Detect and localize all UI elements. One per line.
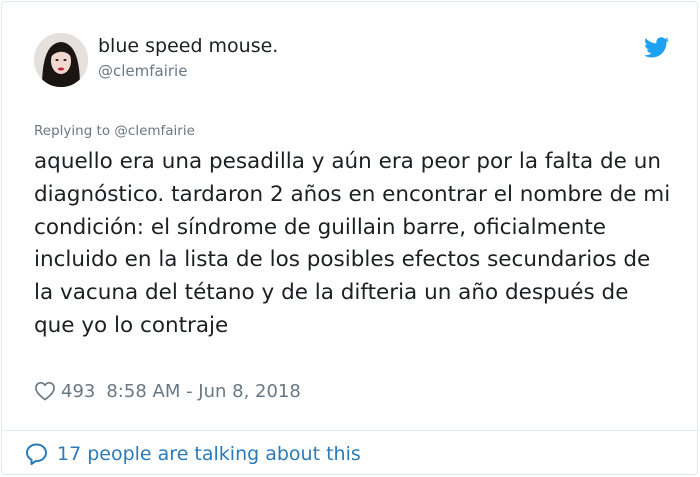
like-count[interactable]: 493 bbox=[61, 381, 95, 402]
author-display-name[interactable]: blue speed mouse. bbox=[98, 35, 278, 57]
conversation-link[interactable]: 17 people are talking about this bbox=[24, 440, 361, 468]
divider bbox=[3, 430, 698, 431]
conversation-label[interactable]: 17 people are talking about this bbox=[57, 443, 361, 465]
twitter-bird-icon[interactable] bbox=[644, 37, 669, 58]
reply-context[interactable]: Replying to @clemfairie bbox=[34, 123, 195, 139]
user-avatar-image bbox=[34, 33, 88, 87]
tweet-meta: 493 8:58 AM - Jun 8, 2018 bbox=[34, 378, 301, 404]
heart-icon[interactable] bbox=[34, 381, 56, 401]
speech-bubble-icon bbox=[26, 443, 47, 465]
tweet-timestamp[interactable]: 8:58 AM - Jun 8, 2018 bbox=[106, 381, 300, 402]
tweet-text: aquello era una pesadilla y aún era peor… bbox=[34, 149, 671, 338]
avatar[interactable] bbox=[34, 33, 88, 87]
tweet-card: blue speed mouse. @clemfairie Replying t… bbox=[1, 1, 698, 475]
author-handle[interactable]: @clemfairie bbox=[98, 62, 187, 80]
